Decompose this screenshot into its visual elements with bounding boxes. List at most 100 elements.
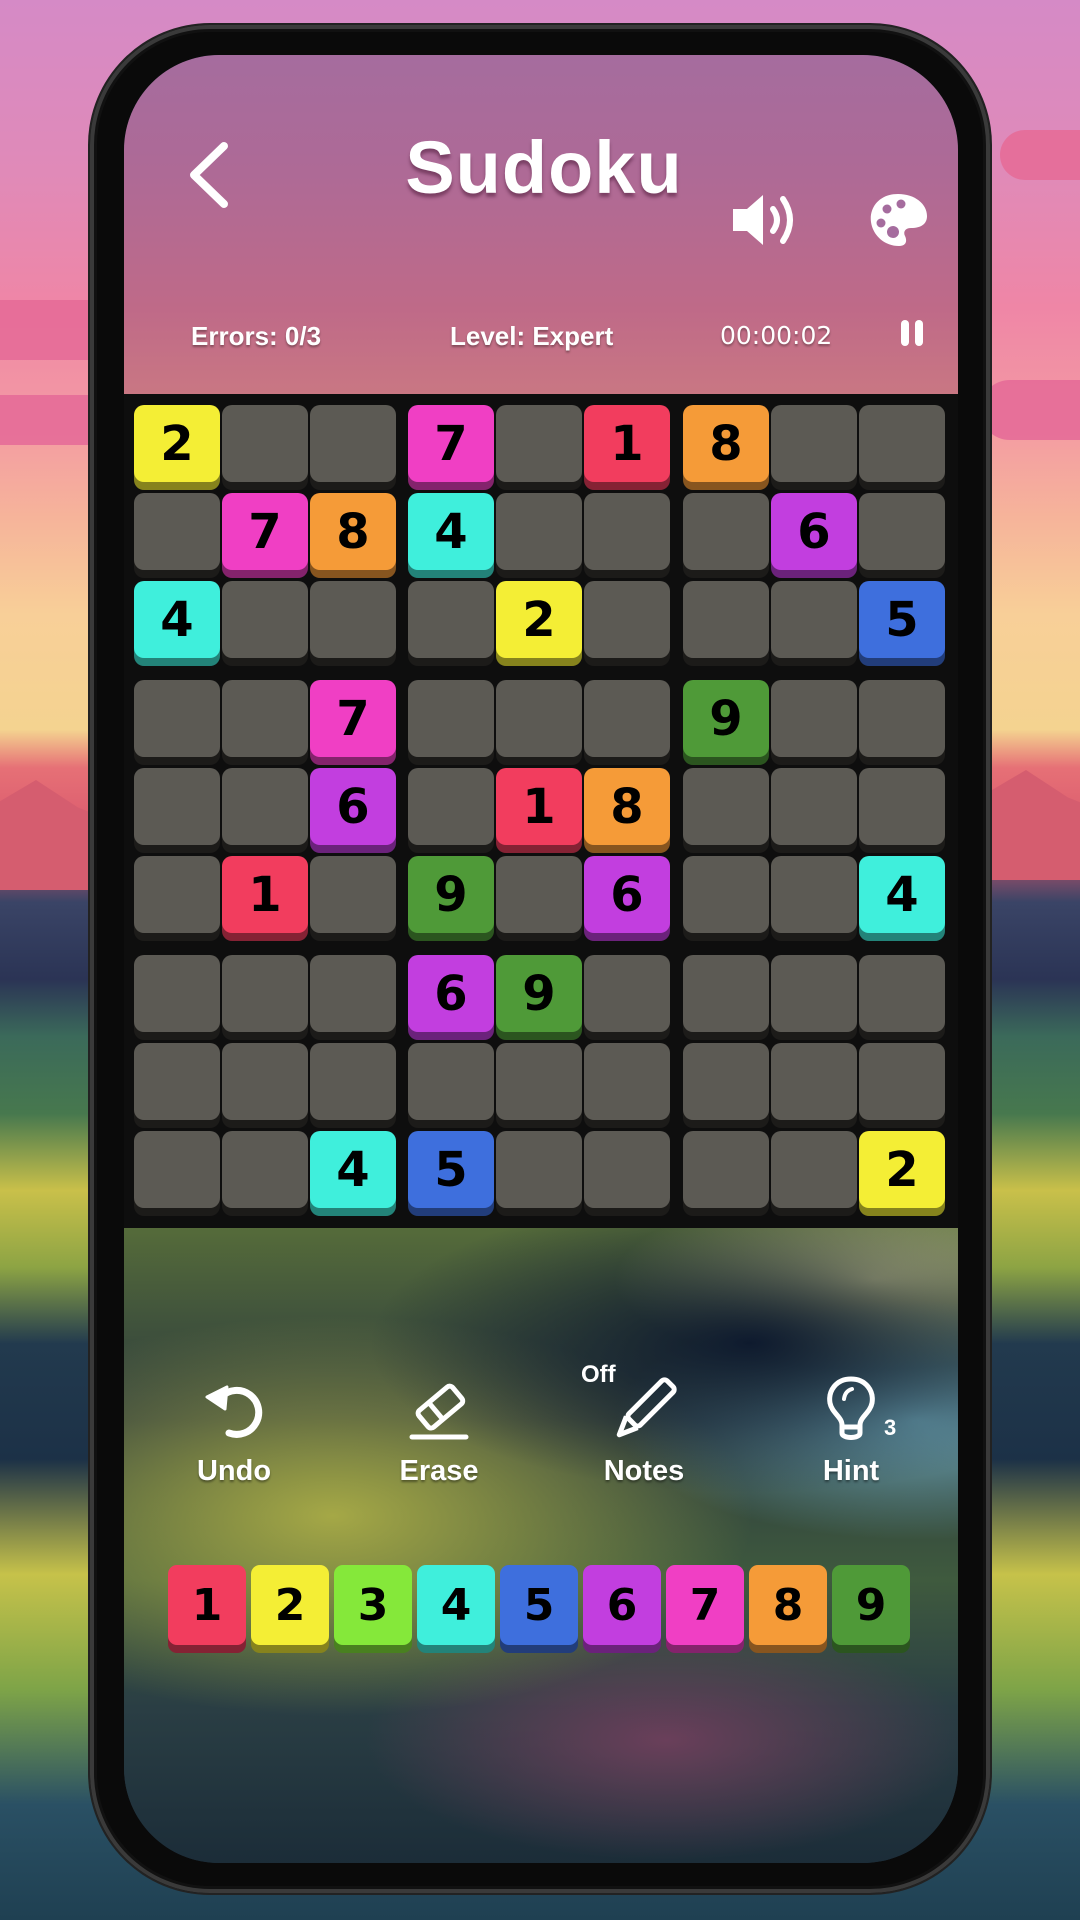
board-cell-filled[interactable]: 7 (408, 405, 494, 482)
board-cell-empty[interactable] (771, 1131, 857, 1208)
board-cell-empty[interactable] (134, 493, 220, 570)
board-cell-empty[interactable] (408, 680, 494, 757)
back-button[interactable] (174, 135, 244, 215)
board-cell-empty[interactable] (859, 1043, 945, 1120)
sound-toggle-button[interactable] (724, 185, 804, 255)
board-cell-filled[interactable]: 9 (408, 856, 494, 933)
board-cell-empty[interactable] (134, 680, 220, 757)
board-cell-empty[interactable] (683, 856, 769, 933)
number-key-6[interactable]: 6 (583, 1565, 661, 1645)
board-cell-filled[interactable]: 5 (408, 1131, 494, 1208)
number-key-2[interactable]: 2 (251, 1565, 329, 1645)
board-cell-filled[interactable]: 1 (222, 856, 308, 933)
board-cell-empty[interactable] (408, 581, 494, 658)
board-cell-empty[interactable] (496, 1131, 582, 1208)
board-cell-empty[interactable] (859, 405, 945, 482)
board-cell-empty[interactable] (222, 581, 308, 658)
notes-state-label: Off (581, 1361, 616, 1388)
board-cell-empty[interactable] (683, 1043, 769, 1120)
board-cell-empty[interactable] (310, 955, 396, 1032)
board-cell-empty[interactable] (859, 955, 945, 1032)
board-cell-filled[interactable]: 6 (408, 955, 494, 1032)
board-cell-filled[interactable]: 2 (496, 581, 582, 658)
board-cell-empty[interactable] (683, 581, 769, 658)
number-key-3[interactable]: 3 (334, 1565, 412, 1645)
board-cell-empty[interactable] (683, 1131, 769, 1208)
board-cell-filled[interactable]: 2 (859, 1131, 945, 1208)
board-cell-empty[interactable] (859, 680, 945, 757)
board-cell-empty[interactable] (134, 1131, 220, 1208)
board-cell-empty[interactable] (496, 1043, 582, 1120)
board-cell-empty[interactable] (683, 768, 769, 845)
board-cell-filled[interactable]: 9 (496, 955, 582, 1032)
board-cell-empty[interactable] (771, 1043, 857, 1120)
board-cell-empty[interactable] (496, 680, 582, 757)
board-cell-empty[interactable] (584, 680, 670, 757)
board-cell-empty[interactable] (584, 1043, 670, 1120)
board-cell-filled[interactable]: 8 (683, 405, 769, 482)
board-cell-empty[interactable] (222, 1043, 308, 1120)
board-cell-empty[interactable] (134, 955, 220, 1032)
board-cell-empty[interactable] (134, 856, 220, 933)
board-cell-empty[interactable] (222, 680, 308, 757)
number-key-1[interactable]: 1 (168, 1565, 246, 1645)
board-cell-empty[interactable] (771, 405, 857, 482)
number-key-4[interactable]: 4 (417, 1565, 495, 1645)
board-cell-filled[interactable]: 4 (859, 856, 945, 933)
board-cell-empty[interactable] (771, 768, 857, 845)
board-cell-empty[interactable] (771, 955, 857, 1032)
board-cell-empty[interactable] (408, 1043, 494, 1120)
board-cell-empty[interactable] (134, 1043, 220, 1120)
board-cell-empty[interactable] (310, 581, 396, 658)
board-cell-filled[interactable]: 4 (408, 493, 494, 570)
board-cell-empty[interactable] (310, 1043, 396, 1120)
board-cell-empty[interactable] (771, 856, 857, 933)
board-cell-filled[interactable]: 4 (134, 581, 220, 658)
board-cell-filled[interactable]: 6 (310, 768, 396, 845)
board-cell-empty[interactable] (771, 581, 857, 658)
board-cell-filled[interactable]: 8 (310, 493, 396, 570)
board-cell-filled[interactable]: 8 (584, 768, 670, 845)
notes-button[interactable]: Off Notes (569, 1361, 719, 1488)
undo-label: Undo (196, 1455, 272, 1487)
board-cell-empty[interactable] (584, 955, 670, 1032)
erase-button[interactable]: Erase (364, 1375, 514, 1488)
board-cell-empty[interactable] (222, 768, 308, 845)
board-cell-filled[interactable]: 7 (310, 680, 396, 757)
number-key-5[interactable]: 5 (500, 1565, 578, 1645)
board-cell-filled[interactable]: 6 (584, 856, 670, 933)
board-cell-empty[interactable] (771, 680, 857, 757)
board-cell-filled[interactable]: 5 (859, 581, 945, 658)
board-cell-filled[interactable]: 9 (683, 680, 769, 757)
board-cell-empty[interactable] (584, 1131, 670, 1208)
board-cell-empty[interactable] (496, 856, 582, 933)
board-cell-empty[interactable] (408, 768, 494, 845)
number-key-8[interactable]: 8 (749, 1565, 827, 1645)
board-cell-filled[interactable]: 1 (584, 405, 670, 482)
board-cell-empty[interactable] (222, 405, 308, 482)
pause-button[interactable] (894, 313, 930, 353)
board-cell-empty[interactable] (222, 1131, 308, 1208)
board-cell-empty[interactable] (584, 493, 670, 570)
board-cell-empty[interactable] (496, 405, 582, 482)
number-key-7[interactable]: 7 (666, 1565, 744, 1645)
theme-button[interactable] (860, 185, 936, 255)
board-cell-filled[interactable]: 6 (771, 493, 857, 570)
hint-button[interactable]: 3 Hint (776, 1375, 926, 1488)
board-cell-empty[interactable] (310, 405, 396, 482)
board-cell-empty[interactable] (310, 856, 396, 933)
board-cell-empty[interactable] (683, 493, 769, 570)
board-cell-empty[interactable] (683, 955, 769, 1032)
board-cell-empty[interactable] (584, 581, 670, 658)
board-cell-empty[interactable] (134, 768, 220, 845)
board-cell-filled[interactable]: 2 (134, 405, 220, 482)
undo-button[interactable]: Undo (159, 1375, 309, 1488)
board-cell-filled[interactable]: 7 (222, 493, 308, 570)
board-cell-empty[interactable] (496, 493, 582, 570)
board-cell-filled[interactable]: 1 (496, 768, 582, 845)
board-cell-filled[interactable]: 4 (310, 1131, 396, 1208)
number-key-9[interactable]: 9 (832, 1565, 910, 1645)
board-cell-empty[interactable] (859, 493, 945, 570)
board-cell-empty[interactable] (222, 955, 308, 1032)
board-cell-empty[interactable] (859, 768, 945, 845)
